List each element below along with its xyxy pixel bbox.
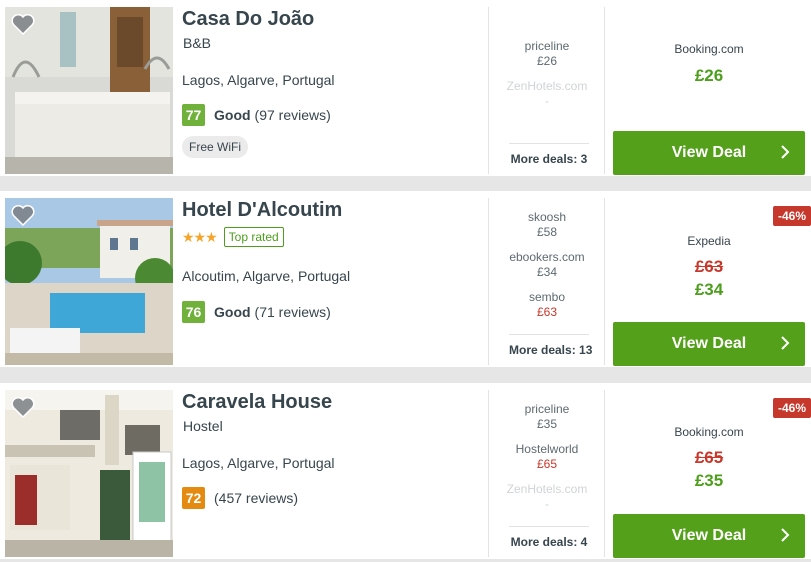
rating-badge: 77 xyxy=(182,104,205,126)
hotel-name[interactable]: Hotel D'Alcoutim xyxy=(182,199,342,222)
rating-row: 72 (457 reviews) xyxy=(182,487,298,509)
property-type: Hostel xyxy=(183,418,223,434)
deal-price: £35 xyxy=(536,417,558,431)
deal-provider: skoosh xyxy=(527,210,567,224)
chevron-right-icon xyxy=(781,336,790,350)
favorite-heart-icon[interactable] xyxy=(11,13,35,35)
hotel-card: Casa Do João B&B Lagos, Algarve, Portuga… xyxy=(0,0,811,176)
deal-price: - xyxy=(545,497,549,511)
deal-item[interactable]: ebookers.com £34 xyxy=(489,250,605,280)
amenity-tag: Free WiFi xyxy=(182,136,248,158)
other-deals: priceline £35 Hostelworld £65 ZenHotels.… xyxy=(488,390,605,557)
deal-provider: priceline xyxy=(524,39,570,53)
hotel-location[interactable]: Alcoutim, Algarve, Portugal xyxy=(182,268,350,284)
more-deals-link[interactable]: More deals: 13 xyxy=(509,334,592,357)
other-deals: skoosh £58 ebookers.com £34 sembo £63 Mo… xyxy=(488,198,605,365)
view-deal-label: View Deal xyxy=(671,527,747,544)
deal-provider: ZenHotels.com xyxy=(506,79,588,93)
discount-badge: -46% xyxy=(772,398,811,418)
rating-badge: 72 xyxy=(182,487,205,509)
rating-word: Good xyxy=(214,107,251,123)
other-deals: priceline £26 ZenHotels.com - More deals… xyxy=(488,7,605,174)
view-deal-label: View Deal xyxy=(671,335,747,352)
view-deal-button[interactable]: View Deal xyxy=(613,131,805,175)
favorite-heart-icon[interactable] xyxy=(11,396,35,418)
hotel-location[interactable]: Lagos, Algarve, Portugal xyxy=(182,455,335,471)
original-price: £65 xyxy=(694,448,724,467)
chevron-right-icon xyxy=(781,528,790,542)
deal-item[interactable]: Hostelworld £65 xyxy=(489,442,605,472)
deal-provider: ZenHotels.com xyxy=(506,482,588,496)
hotel-card: Hotel D'Alcoutim ★★★ Top rated Alcoutim,… xyxy=(0,191,811,367)
deal-item[interactable]: skoosh £58 xyxy=(489,210,605,240)
view-deal-button[interactable]: View Deal xyxy=(613,514,805,558)
rating-badge: 76 xyxy=(182,301,205,323)
deal-item[interactable]: priceline £26 xyxy=(489,39,605,69)
deal-provider: priceline xyxy=(524,402,570,416)
deal-provider: ebookers.com xyxy=(509,250,585,264)
best-price: £35 xyxy=(694,471,724,490)
best-deal: Booking.com £26 View Deal xyxy=(607,7,811,175)
review-count[interactable]: (97 reviews) xyxy=(255,107,331,123)
deal-price: - xyxy=(545,94,549,108)
hotel-card: Caravela House Hostel Lagos, Algarve, Po… xyxy=(0,383,811,559)
hotel-name[interactable]: Caravela House xyxy=(182,391,332,414)
original-price: £63 xyxy=(694,257,724,276)
best-provider: Expedia xyxy=(687,234,731,248)
discount-badge: -46% xyxy=(772,206,811,226)
best-deal: -46% Booking.com £65 £35 View Deal xyxy=(607,390,811,558)
deal-price: £26 xyxy=(536,54,558,68)
chevron-right-icon xyxy=(781,145,790,159)
rating-row: 77 Good (97 reviews) xyxy=(182,104,331,126)
hotel-photo[interactable] xyxy=(5,390,173,557)
deal-price: £63 xyxy=(536,305,558,319)
more-deals-link[interactable]: More deals: 3 xyxy=(509,143,589,166)
favorite-heart-icon[interactable] xyxy=(11,204,35,226)
top-rated-badge: Top rated xyxy=(223,227,284,247)
deal-price: £58 xyxy=(536,225,558,239)
best-provider: Booking.com xyxy=(674,425,744,439)
rating-row: 76 Good (71 reviews) xyxy=(182,301,331,323)
deal-price: £34 xyxy=(536,265,558,279)
best-provider: Booking.com xyxy=(674,42,744,56)
hotel-photo[interactable] xyxy=(5,7,173,174)
rating-word: Good xyxy=(214,304,251,320)
hotel-photo[interactable] xyxy=(5,198,173,365)
review-count[interactable]: (71 reviews) xyxy=(255,304,331,320)
more-deals-link[interactable]: More deals: 4 xyxy=(509,526,589,549)
hotel-name[interactable]: Casa Do João xyxy=(182,8,314,31)
best-price: £26 xyxy=(694,66,724,85)
hotel-location[interactable]: Lagos, Algarve, Portugal xyxy=(182,72,335,88)
deal-provider: Hostelworld xyxy=(515,442,579,456)
deal-item: ZenHotels.com - xyxy=(489,79,605,109)
deal-item: ZenHotels.com - xyxy=(489,482,605,512)
view-deal-button[interactable]: View Deal xyxy=(613,322,805,366)
deal-price: £65 xyxy=(536,457,558,471)
best-deal: -46% Expedia £63 £34 View Deal xyxy=(607,198,811,366)
best-price: £34 xyxy=(694,280,724,299)
deal-item[interactable]: priceline £35 xyxy=(489,402,605,432)
property-type: B&B xyxy=(183,35,212,51)
deal-item[interactable]: sembo £63 xyxy=(489,290,605,320)
view-deal-label: View Deal xyxy=(671,144,747,161)
star-rating: ★★★ xyxy=(182,228,218,245)
deal-provider: sembo xyxy=(528,290,566,304)
stars-row: ★★★ Top rated xyxy=(182,227,284,247)
review-count[interactable]: (457 reviews) xyxy=(214,490,298,506)
